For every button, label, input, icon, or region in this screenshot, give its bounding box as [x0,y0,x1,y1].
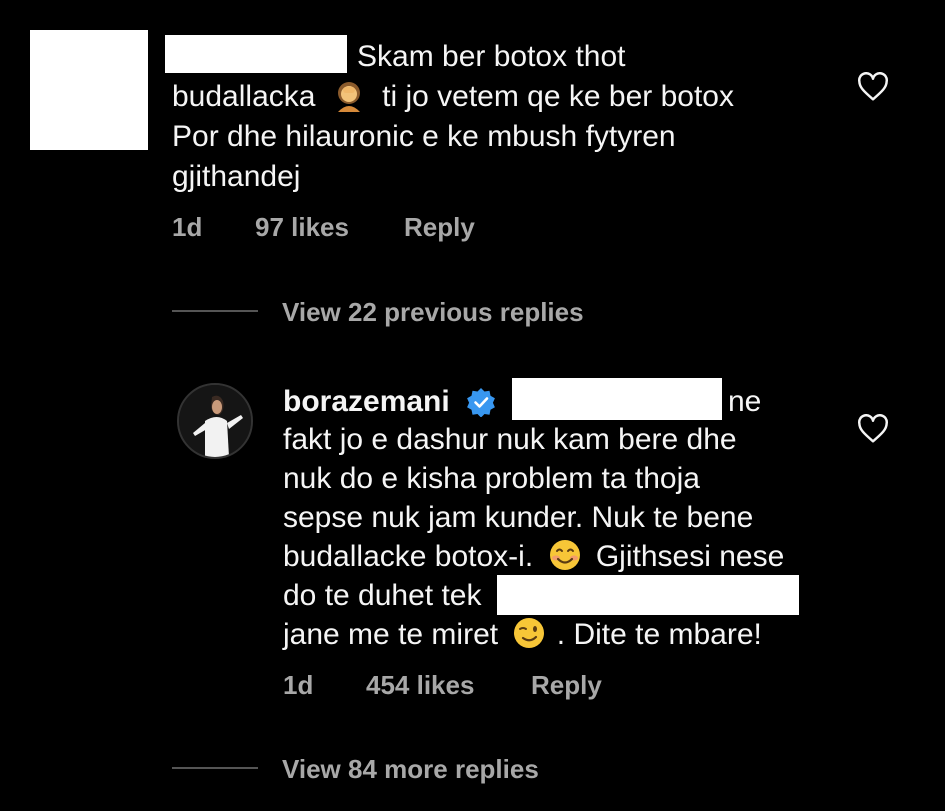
reply-1-text-botox: budallacke botox-i. [283,540,534,573]
avatar[interactable] [177,383,253,459]
reply-1-line-4: sepse nuk jam kunder. Nuk te bene [283,501,754,534]
comment-1-reply-button[interactable]: Reply [404,212,475,243]
view-previous-replies-link[interactable]: View 22 previous replies [282,297,584,328]
redacted-mention-2 [497,575,799,615]
reply-1-likes[interactable]: 454 likes [366,670,474,701]
reply-1-line-3: nuk do e kisha problem ta thoja [283,462,700,495]
redacted-username [165,35,347,73]
reply-1-line-6: do te duhet tek [283,579,482,612]
reply-1-text-miret: jane me te miret [283,618,499,651]
comment-1-text-rest: ti jo vetem qe ke ber botox [382,80,734,113]
redacted-mention [512,378,722,420]
smiling-face-icon [548,538,582,572]
winking-face-icon [512,616,546,650]
comment-1-text-budallacka: budallacka [172,80,316,113]
view-more-replies-link[interactable]: View 84 more replies [282,754,539,785]
comment-1-line-2: budallacka ti jo vetem qe ke ber botox [172,78,734,116]
facepalm-woman-icon [332,78,366,112]
more-replies-divider [172,767,258,769]
comment-1-line-1: Skam ber botox thot [357,40,626,73]
reply-1-text-gjithsesi: Gjithsesi nese [595,540,785,573]
reply-1-line-2: fakt jo e dashur nuk kam bere dhe [283,423,737,456]
verified-badge-icon [466,387,496,418]
reply-1-line-1: borazemani [283,383,496,421]
comment-1-line-4: gjithandej [172,160,301,193]
reply-1-text-dite: . Dite te mbare! [556,618,762,651]
comment-1-likes[interactable]: 97 likes [255,212,349,243]
like-heart-icon[interactable] [856,72,890,102]
replies-divider [172,310,258,312]
reply-1-time: 1d [283,670,314,700]
redacted-avatar [30,30,148,150]
reply-1-line-1-end: ne [728,385,762,418]
reply-1-line-7: jane me te miret . Dite te mbare! [283,616,762,654]
reply-1-reply-button[interactable]: Reply [531,670,602,701]
reply-username[interactable]: borazemani [283,385,450,418]
comment-1-time: 1d [172,212,203,242]
reply-1-line-5: budallacke botox-i. Gjithsesi nese [283,538,784,576]
like-heart-icon[interactable] [856,414,890,444]
comment-1-line-3: Por dhe hilauronic e ke mbush fytyren [172,120,676,153]
